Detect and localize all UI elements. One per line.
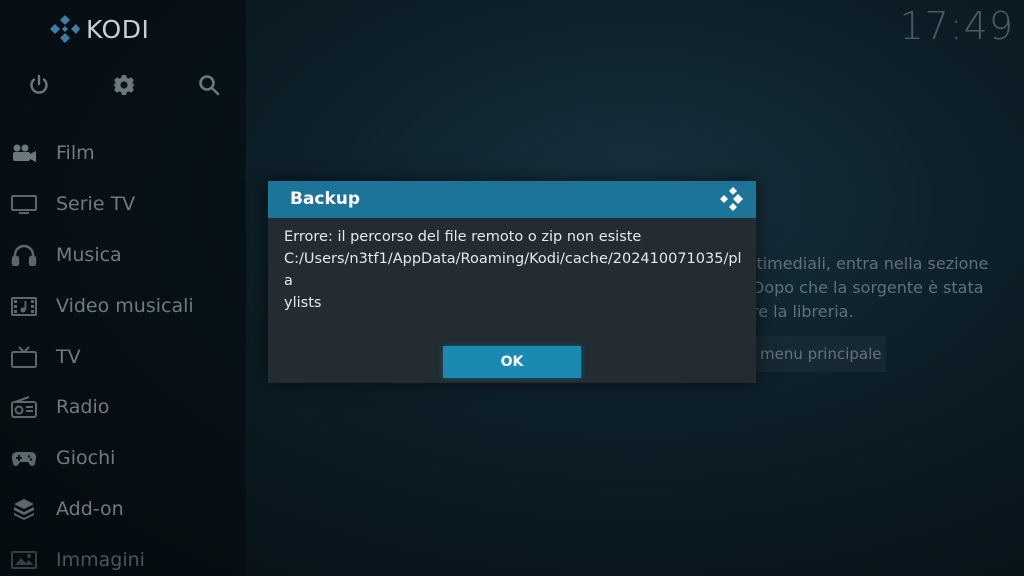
menu-item-immagini[interactable]: Immagini: [0, 534, 246, 576]
menu-label: Add-on: [56, 497, 124, 520]
kodi-logo-icon: [720, 187, 743, 211]
top-icon-bar: [0, 70, 246, 100]
background-info-text: ltimediali, entra nella sezione Dopo che…: [752, 252, 1024, 324]
image-icon: [10, 548, 38, 572]
menu-item-tv[interactable]: TV: [0, 331, 246, 382]
menu-label: Musica: [56, 243, 122, 266]
menu-label: Immagini: [56, 548, 145, 571]
menu-label: Giochi: [56, 447, 116, 470]
backup-dialog: Backup Errore: il percorso del file remo…: [268, 181, 756, 383]
menu-label: Serie TV: [56, 193, 136, 216]
sidebar: KODI Film Serie TV Musica Video musicali…: [0, 0, 246, 576]
gear-icon[interactable]: [109, 70, 139, 100]
dialog-title: Backup: [290, 189, 361, 209]
logo-text: KODI: [86, 14, 150, 44]
message-line-1: Errore: il percorso del file remoto o zi…: [284, 229, 642, 245]
headphones-icon: [10, 243, 38, 267]
tv-icon: [10, 345, 38, 369]
clock: 17:49: [899, 4, 1014, 48]
menu-item-serie-tv[interactable]: Serie TV: [0, 179, 246, 230]
gamepad-icon: [10, 446, 38, 470]
search-icon[interactable]: [194, 70, 224, 100]
main-menu: Film Serie TV Musica Video musicali TV R…: [0, 128, 246, 576]
menu-item-video-musicali[interactable]: Video musicali: [0, 280, 246, 331]
menu-item-radio[interactable]: Radio: [0, 382, 246, 433]
menu-item-add-on[interactable]: Add-on: [0, 484, 246, 535]
menu-label: TV: [56, 345, 81, 368]
dialog-header: Backup: [268, 181, 756, 218]
menu-label: Radio: [56, 396, 110, 419]
info-line-2: Dopo che la sorgente è stata: [752, 278, 984, 297]
addon-box-icon: [10, 497, 38, 521]
monitor-icon: [10, 192, 38, 216]
kodi-logo: KODI: [50, 14, 149, 44]
menu-label: Film: [56, 142, 95, 165]
music-video-icon: [10, 294, 38, 318]
dialog-message: Errore: il percorso del file remoto o zi…: [284, 226, 744, 314]
ok-button[interactable]: OK: [443, 346, 581, 378]
message-line-2: C:/Users/n3tf1/AppData/Roaming/Kodi/cach…: [284, 251, 742, 289]
menu-label: Video musicali: [56, 294, 194, 317]
power-icon[interactable]: [24, 70, 54, 100]
film-people-icon: [10, 141, 38, 165]
info-line-1: ltimediali, entra nella sezione: [752, 254, 989, 273]
menu-item-film[interactable]: Film: [0, 128, 246, 179]
menu-item-giochi[interactable]: Giochi: [0, 433, 246, 484]
main-menu-button[interactable]: menu principale: [746, 336, 886, 372]
radio-icon: [10, 395, 38, 419]
kodi-logo-icon: [50, 15, 80, 43]
menu-item-musica[interactable]: Musica: [0, 230, 246, 281]
message-line-3: ylists: [284, 295, 322, 311]
info-line-3: re la libreria.: [752, 302, 854, 321]
